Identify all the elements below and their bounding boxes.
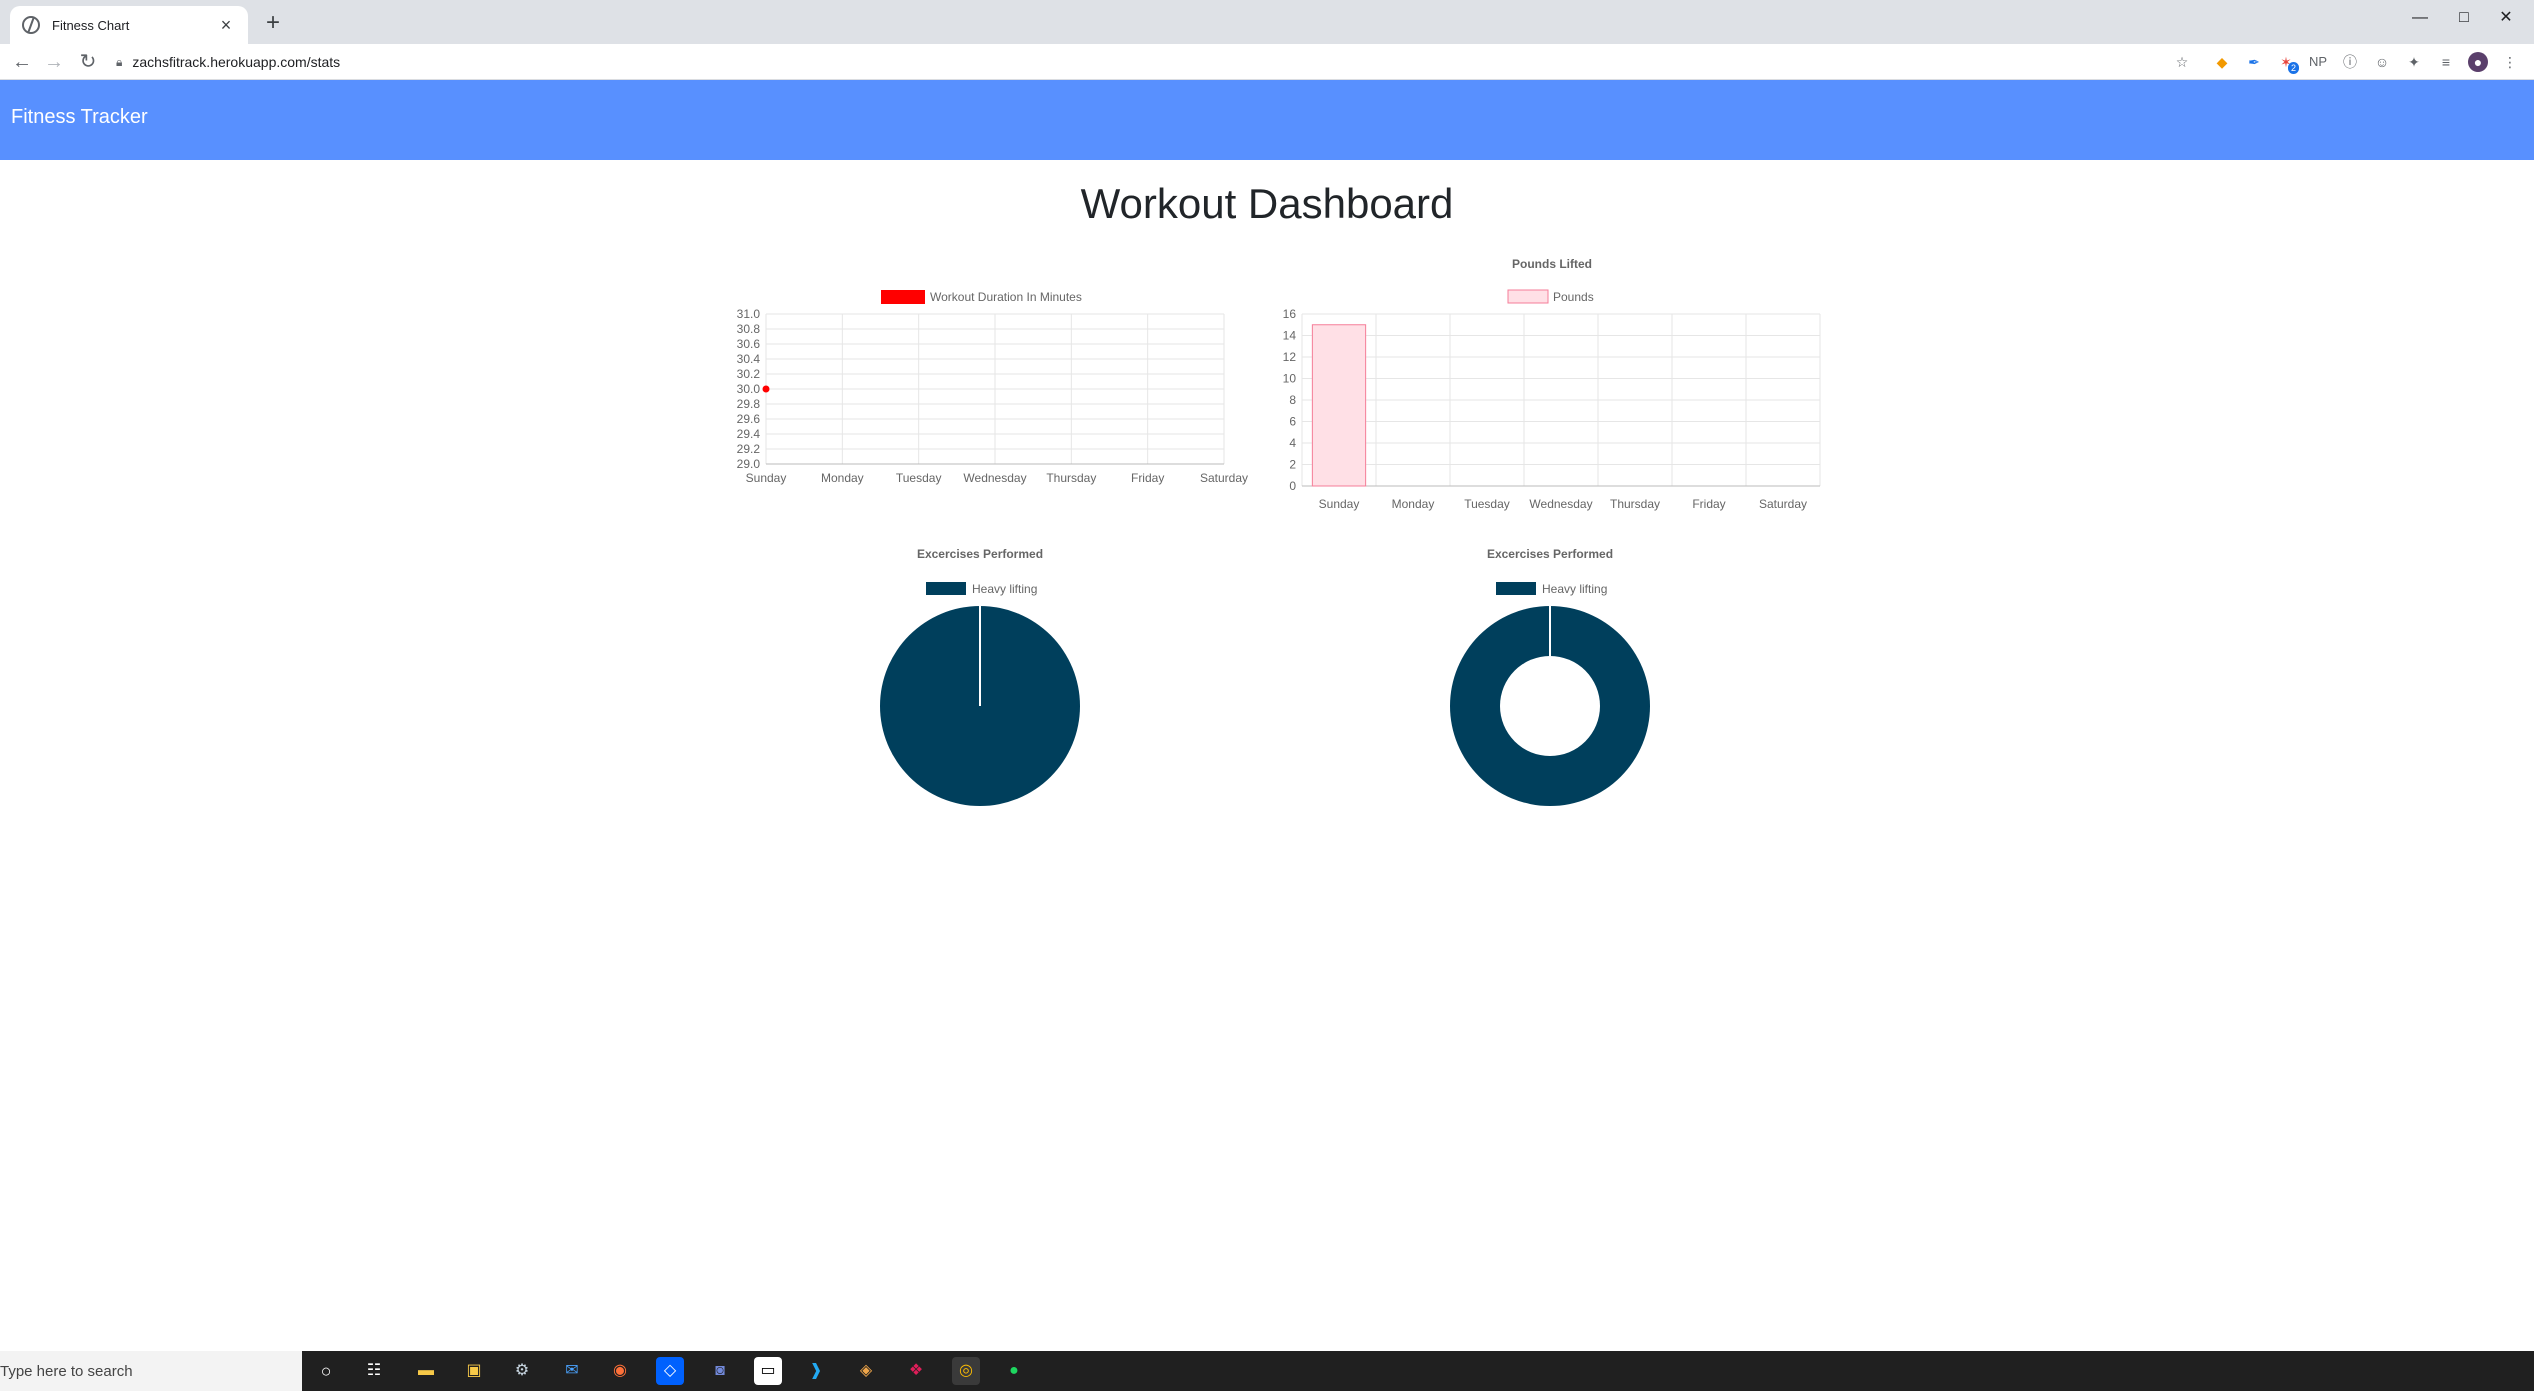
browser-tab-strip: Fitness Chart × + — □ ✕ xyxy=(0,0,2534,44)
address-bar[interactable]: 🔒︎ zachsfitrack.herokuapp.com/stats xyxy=(116,49,2196,75)
cortana-circle-icon[interactable]: ○ xyxy=(312,1357,340,1385)
firefox-icon[interactable]: ◉ xyxy=(606,1357,634,1385)
app-navbar: Fitness Tracker xyxy=(0,80,2534,160)
bookmark-star-icon[interactable]: ☆ xyxy=(2172,52,2192,72)
x-tick-label: Tuesday xyxy=(896,471,942,485)
y-tick-label: 29.2 xyxy=(737,442,761,456)
x-tick-label: Thursday xyxy=(1610,497,1660,511)
exercises-doughnut-chart: Excercises Performed Heavy lifting xyxy=(1450,547,1650,806)
x-tick-label: Monday xyxy=(821,471,864,485)
x-tick-label: Wednesday xyxy=(1529,497,1592,511)
exercises-pie-chart: Excercises Performed Heavy lifting xyxy=(880,547,1080,806)
extension-feather-icon[interactable]: ✒ xyxy=(2244,52,2264,72)
browser-menu-icon[interactable]: ⋮ xyxy=(2500,52,2520,72)
git-kraken-icon[interactable]: ◈ xyxy=(852,1357,880,1385)
back-arrow-icon[interactable]: ← xyxy=(10,50,34,74)
x-tick-label: Monday xyxy=(1392,497,1435,511)
legend-label: Heavy lifting xyxy=(1542,582,1607,596)
store-icon[interactable]: ▣ xyxy=(460,1357,488,1385)
legend-swatch xyxy=(926,582,966,595)
legend-swatch xyxy=(1496,582,1536,595)
legend-label: Workout Duration In Minutes xyxy=(930,290,1082,304)
bar xyxy=(1311,324,1367,487)
y-tick-label: 30.0 xyxy=(737,382,761,396)
chart-title: Excercises Performed xyxy=(917,547,1043,561)
pounds-bar-chart: Pounds Lifted Pounds 16 14 12 10 8 6 4 2 0 Sunday Mo… xyxy=(1283,257,1821,511)
legend-swatch xyxy=(881,290,925,304)
browser-tab[interactable]: Fitness Chart × xyxy=(10,6,248,44)
task-view-icon[interactable]: ☷ xyxy=(360,1357,388,1385)
y-tick-label: 30.4 xyxy=(737,352,761,366)
discord-icon[interactable]: ◙ xyxy=(706,1357,734,1385)
x-tick-label: Tuesday xyxy=(1464,497,1510,511)
y-tick-label: 30.2 xyxy=(737,367,761,381)
y-tick-label: 10 xyxy=(1283,372,1297,386)
y-tick-label: 8 xyxy=(1289,393,1296,407)
new-tab-button[interactable]: + xyxy=(260,10,286,36)
slack-icon[interactable]: ❖ xyxy=(902,1357,930,1385)
x-tick-label: Sunday xyxy=(1319,497,1360,511)
forward-arrow-icon[interactable]: → xyxy=(42,50,66,74)
duration-line-chart: Workout Duration In Minutes31.030.830.63… xyxy=(737,290,1248,485)
navbar-brand[interactable]: Fitness Tracker xyxy=(11,106,148,129)
y-tick-label: 29.8 xyxy=(737,397,761,411)
chart-title: Pounds Lifted xyxy=(1512,257,1592,271)
y-tick-label: 6 xyxy=(1289,415,1296,429)
taskbar-search-box[interactable]: Type here to search xyxy=(0,1351,302,1391)
legend-label: Heavy lifting xyxy=(972,582,1037,596)
x-tick-label: Saturday xyxy=(1759,497,1807,511)
y-tick-label: 29.6 xyxy=(737,412,761,426)
y-tick-label: 14 xyxy=(1283,329,1297,343)
profile-avatar-icon[interactable]: ● xyxy=(2468,52,2488,72)
extension-badge: 2 xyxy=(2288,62,2300,74)
windows-taskbar: Type here to search ○ ☷ ▬ ▣ ⚙ ✉ ◉ ◇ ◙ ▭ … xyxy=(0,1351,2534,1391)
spotify-icon[interactable]: ● xyxy=(1000,1357,1028,1385)
legend-swatch xyxy=(1507,289,1549,304)
y-tick-label: 30.6 xyxy=(737,337,761,351)
extension-share-icon[interactable]: ✶ 2 xyxy=(2276,52,2300,74)
file-explorer-icon[interactable]: ▬ xyxy=(412,1357,440,1385)
extension-info-icon[interactable]: ⓘ xyxy=(2340,52,2360,72)
browser-toolbar: ← → ↻ 🔒︎ zachsfitrack.herokuapp.com/stat… xyxy=(0,44,2534,80)
reload-icon[interactable]: ↻ xyxy=(76,50,100,74)
extensions-puzzle-icon[interactable]: ✦ xyxy=(2404,52,2424,72)
vscode-icon[interactable]: ❱ xyxy=(802,1357,830,1385)
chrome-icon[interactable]: ◎ xyxy=(952,1357,980,1385)
url-text: zachsfitrack.herokuapp.com/stats xyxy=(132,54,341,70)
reading-list-icon[interactable]: ≡ xyxy=(2436,52,2456,72)
window-close-icon[interactable]: ✕ xyxy=(2476,4,2534,32)
x-tick-label: Saturday xyxy=(1200,471,1248,485)
y-tick-label: 0 xyxy=(1289,479,1296,493)
x-tick-label: Sunday xyxy=(746,471,787,485)
tab-close-icon[interactable]: × xyxy=(216,15,236,36)
tab-title: Fitness Chart xyxy=(52,17,130,33)
x-tick-label: Friday xyxy=(1692,497,1725,511)
y-tick-label: 29.0 xyxy=(737,457,761,471)
x-tick-label: Wednesday xyxy=(963,471,1026,485)
globe-icon xyxy=(22,16,40,34)
x-tick-label: Friday xyxy=(1131,471,1164,485)
y-tick-label: 16 xyxy=(1283,307,1297,321)
extension-np-icon[interactable]: NP xyxy=(2308,52,2328,72)
page-title: Workout Dashboard xyxy=(1080,180,1454,227)
y-tick-label: 31.0 xyxy=(737,307,761,321)
y-tick-label: 4 xyxy=(1289,436,1296,450)
y-tick-label: 29.4 xyxy=(737,427,761,441)
extension-diamond-icon[interactable]: ◆ xyxy=(2212,52,2232,72)
steam-icon[interactable]: ⚙ xyxy=(508,1357,536,1385)
y-tick-label: 12 xyxy=(1283,350,1297,364)
y-tick-label: 30.8 xyxy=(737,322,761,336)
extension-face-icon[interactable]: ☺ xyxy=(2372,52,2392,72)
x-tick-label: Thursday xyxy=(1046,471,1096,485)
mail-icon[interactable]: ✉ xyxy=(558,1357,586,1385)
chart-title: Excercises Performed xyxy=(1487,547,1613,561)
dropbox-icon[interactable]: ◇ xyxy=(656,1357,684,1385)
y-tick-label: 2 xyxy=(1289,458,1296,472)
legend-label: Pounds xyxy=(1553,290,1594,304)
doughnut-hole xyxy=(1500,656,1600,756)
oculus-icon[interactable]: ▭ xyxy=(754,1357,782,1385)
lock-icon: 🔒︎ xyxy=(116,54,123,69)
data-point xyxy=(762,385,770,393)
